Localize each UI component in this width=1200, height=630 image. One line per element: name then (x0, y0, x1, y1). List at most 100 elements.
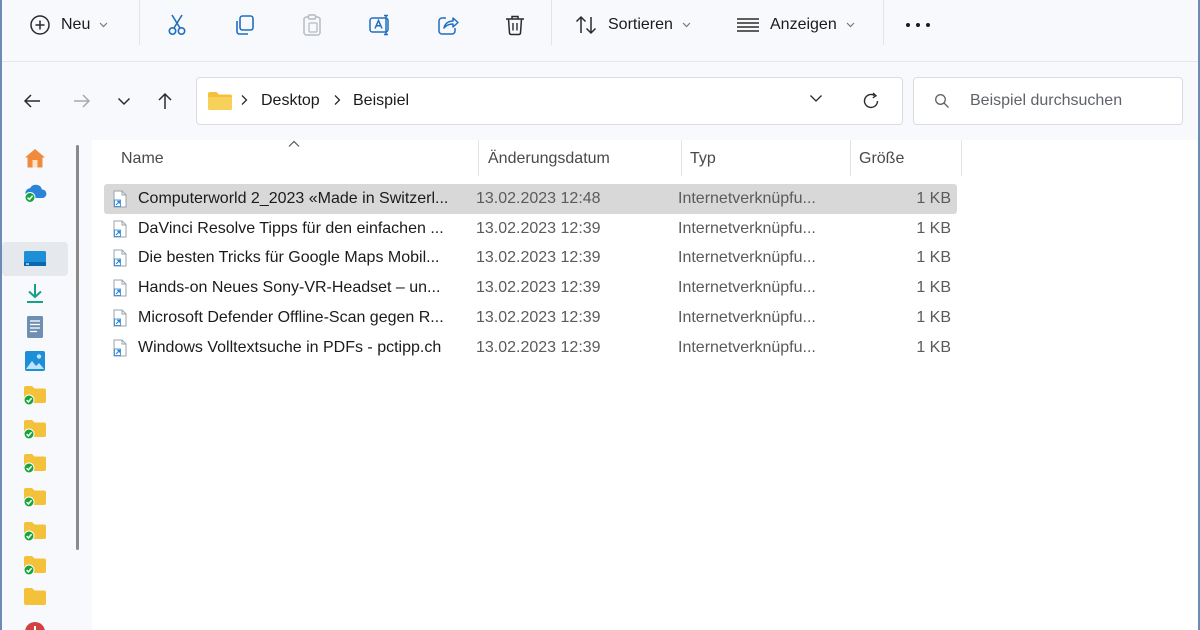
rename-button[interactable] (368, 6, 392, 44)
sort-arrows-icon (575, 15, 597, 35)
new-button[interactable]: Neu (29, 6, 108, 44)
file-date: 13.02.2023 12:39 (476, 308, 601, 326)
column-divider[interactable] (478, 140, 479, 176)
column-divider[interactable] (681, 140, 682, 176)
sidebar-item-synced-folder[interactable] (2, 480, 68, 514)
search-input[interactable] (970, 90, 1170, 112)
chevron-down-icon (682, 22, 691, 28)
view-lines-icon (737, 18, 759, 32)
cut-button[interactable] (165, 6, 189, 44)
back-button[interactable] (20, 89, 44, 113)
sidebar-item-synced-folder[interactable] (2, 446, 68, 480)
up-button[interactable] (153, 89, 177, 113)
column-header-size[interactable]: Größe (859, 140, 904, 178)
file-row[interactable]: DaVinci Resolve Tipps für den einfachen … (104, 214, 957, 244)
scissors-icon (168, 14, 186, 36)
sidebar-item-documents[interactable] (2, 310, 68, 344)
file-row[interactable]: Windows Volltextsuche in PDFs - pctipp.c… (104, 333, 957, 363)
file-name: Windows Volltextsuche in PDFs - pctipp.c… (138, 338, 442, 356)
column-header-date[interactable]: Änderungsdatum (488, 140, 610, 178)
view-button[interactable]: Anzeigen (736, 6, 855, 44)
forward-button[interactable] (70, 89, 94, 113)
refresh-icon[interactable] (861, 91, 881, 111)
breadcrumb-beispiel[interactable]: Beispiel (353, 92, 409, 110)
search-box[interactable] (913, 77, 1183, 125)
file-date: 13.02.2023 12:39 (476, 279, 601, 297)
downloads-icon (27, 284, 43, 303)
file-type: Internetverknüpfu... (678, 219, 816, 237)
plus-circle-icon (30, 15, 50, 35)
file-date: 13.02.2023 12:48 (476, 190, 601, 207)
sidebar-item-pictures[interactable] (2, 344, 68, 378)
sidebar-scrollbar[interactable] (76, 145, 79, 550)
file-row[interactable]: Die besten Tricks für Google Maps Mobil.… (104, 243, 957, 273)
toolbar-separator (139, 0, 140, 45)
sidebar-item-synced-folder[interactable] (2, 412, 68, 446)
internet-shortcut-icon (113, 309, 127, 327)
new-button-label: Neu (61, 16, 91, 33)
internet-shortcut-icon (113, 190, 127, 208)
column-divider[interactable] (850, 140, 851, 176)
sort-button[interactable]: Sortieren (574, 6, 691, 44)
file-size: 1 KB (916, 190, 951, 207)
file-size: 1 KB (916, 338, 951, 356)
file-type: Internetverknüpfu... (678, 279, 816, 297)
file-name: DaVinci Resolve Tipps für den einfachen … (138, 219, 444, 237)
synced-folder-icon (23, 420, 46, 440)
command-bar: Neu Sortieren Anzeigen (2, 0, 1198, 62)
search-icon (935, 94, 949, 108)
synced-folder-icon (23, 488, 46, 508)
arrow-left-icon (23, 94, 40, 108)
sidebar-item-onedrive[interactable] (2, 176, 68, 210)
toolbar-separator (883, 0, 884, 45)
file-row[interactable]: Microsoft Defender Offline-Scan gegen R.… (104, 303, 957, 333)
sort-button-label: Sortieren (608, 16, 673, 33)
sidebar-item-partial[interactable] (2, 612, 68, 630)
address-dropdown-chevron-icon[interactable] (809, 94, 823, 103)
file-type: Internetverknüpfu... (678, 308, 816, 326)
sort-ascending-caret-icon (288, 140, 300, 147)
file-type: Internetverknüpfu... (678, 338, 816, 356)
file-row[interactable]: Computerworld 2_2023 «Made in Switzerl..… (104, 184, 957, 214)
arrow-right-icon (74, 94, 91, 108)
sidebar-item-home[interactable] (2, 141, 68, 175)
file-row[interactable]: Hands-on Neues Sony-VR-Headset – un... 13… (104, 273, 957, 303)
trash-icon (506, 15, 524, 36)
sidebar-item-synced-folder[interactable] (2, 548, 68, 582)
documents-icon (27, 316, 43, 338)
red-badge-icon (25, 622, 45, 630)
sidebar-item-folder[interactable] (2, 580, 68, 614)
address-bar[interactable]: Desktop Beispiel (196, 77, 903, 125)
file-name: Die besten Tricks für Google Maps Mobil.… (138, 249, 440, 267)
share-icon (438, 17, 459, 35)
file-list: Name Änderungsdatum Typ Größe Computerwo… (92, 140, 1198, 630)
toolbar-separator (551, 0, 552, 45)
more-options-button[interactable] (905, 6, 931, 44)
recent-locations-button[interactable] (112, 89, 136, 113)
sidebar-item-synced-folder[interactable] (2, 514, 68, 548)
share-button[interactable] (436, 6, 460, 44)
delete-button[interactable] (503, 6, 527, 44)
synced-folder-icon (23, 386, 46, 406)
onedrive-icon (24, 184, 47, 203)
sidebar-item-downloads[interactable] (2, 276, 68, 310)
synced-folder-icon (23, 522, 46, 542)
column-header-name[interactable]: Name (121, 140, 164, 178)
sidebar-item-synced-folder[interactable] (2, 378, 68, 412)
breadcrumb-desktop[interactable]: Desktop (261, 92, 320, 110)
home-icon (25, 149, 45, 168)
column-header-type[interactable]: Typ (690, 140, 716, 178)
sidebar-item-desktop[interactable] (2, 242, 68, 276)
chevron-down-icon (99, 22, 108, 28)
column-header-type-label: Typ (690, 150, 716, 167)
paste-button[interactable] (300, 6, 324, 44)
copy-icon (236, 15, 254, 35)
column-header-name-label: Name (121, 150, 164, 167)
folder-icon (208, 92, 232, 110)
clipboard-icon (303, 14, 321, 36)
copy-button[interactable] (233, 6, 257, 44)
view-button-label: Anzeigen (770, 16, 837, 33)
folder-icon (24, 588, 46, 605)
breadcrumb-chevron-icon (334, 95, 341, 105)
column-divider[interactable] (961, 140, 962, 176)
